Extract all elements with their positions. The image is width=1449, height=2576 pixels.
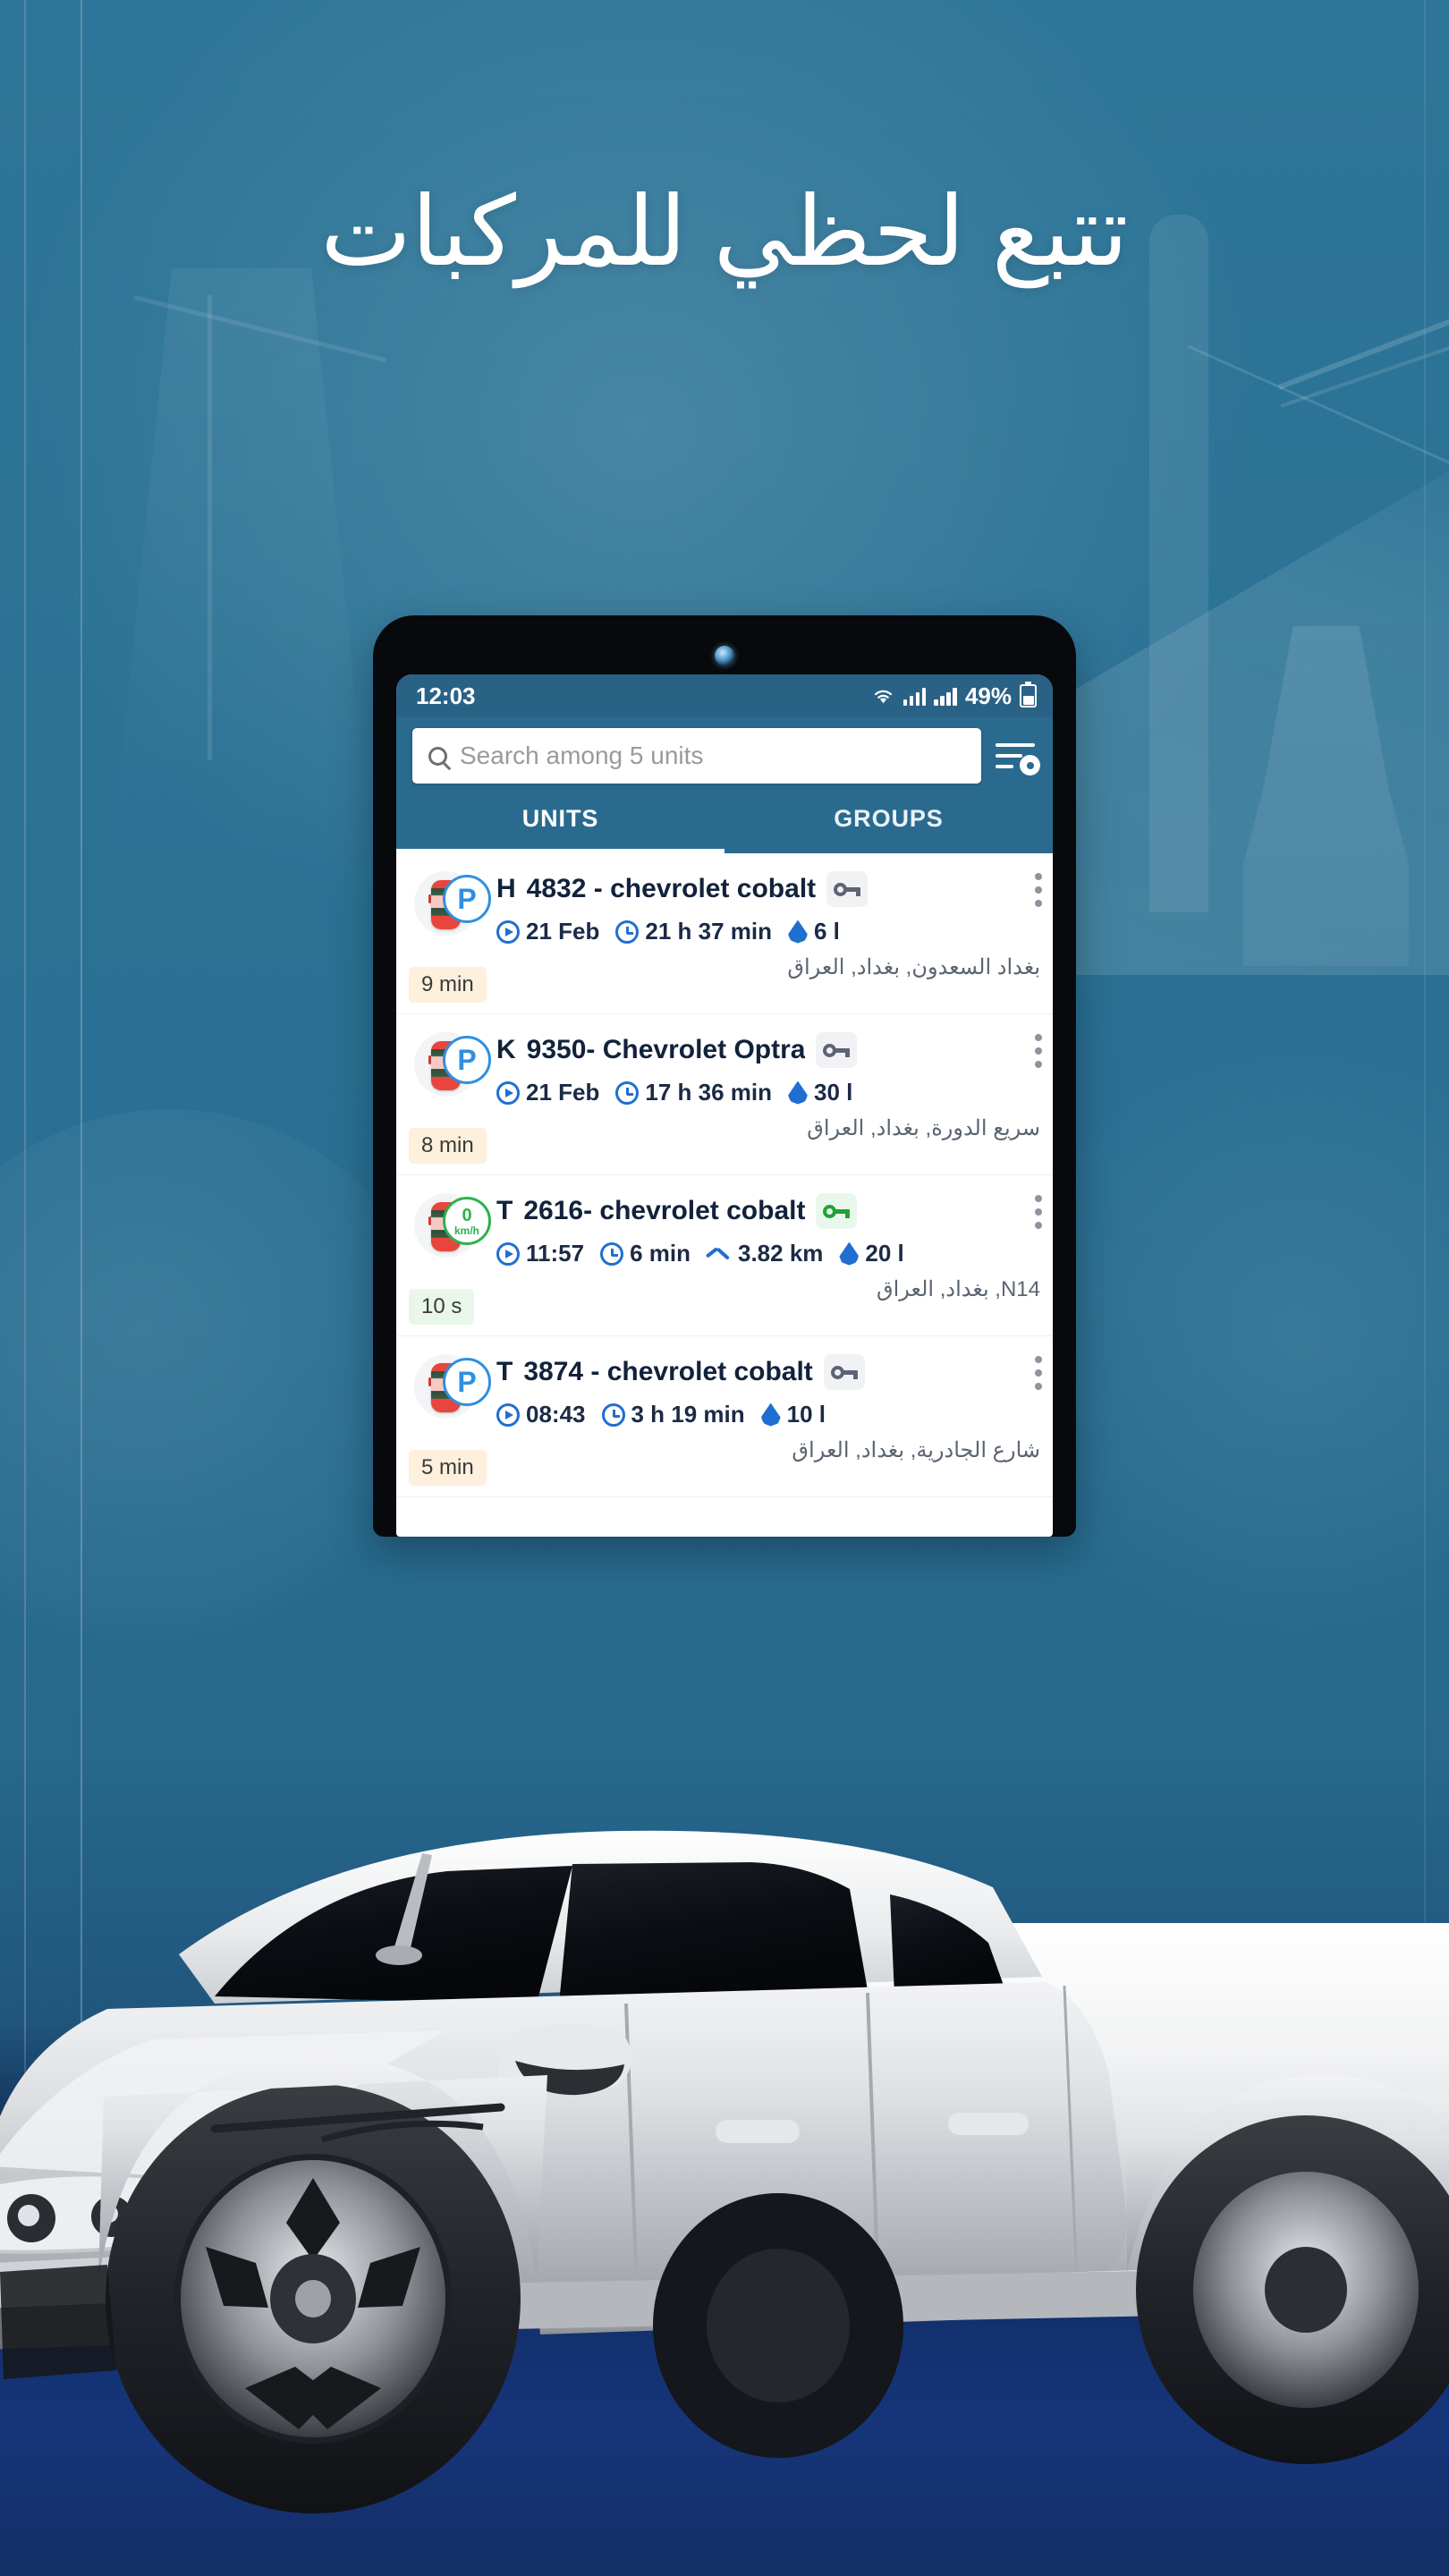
time-badge: 10 s [409,1289,475,1325]
unit-metrics: 21 Feb 21 h 37 min 6 l [496,918,1040,945]
clock-icon [615,919,640,944]
status-badge: P [443,875,491,923]
clock-icon [615,1080,640,1105]
last-update: 21 Feb [496,1079,599,1106]
search-input[interactable]: Search among 5 units [412,728,981,784]
unit-list-item[interactable]: 0 km/h T 2616- chevrolet cobalt 11:57 6 … [396,1175,1053,1336]
unit-name: 2616- chevrolet cobalt [523,1196,806,1225]
unit-prefix: T [496,1196,513,1225]
duration: 6 min [600,1240,691,1267]
phone-mockup: 12:03 49% Search among 5 units UNITS GRO… [373,615,1076,1537]
fuel: 6 l [788,918,840,945]
more-vertical-icon[interactable] [1035,1034,1042,1068]
avatar: 0 km/h [412,1190,491,1263]
status-badge: P [443,1358,491,1406]
unit-name: 9350- Chevrolet Optra [526,1035,806,1064]
duration: 17 h 36 min [615,1079,772,1106]
unit-address: شارع الجادرية, بغداد, العراق [792,1438,1040,1462]
front-camera-icon [715,646,734,665]
unit-metrics: 08:43 3 h 19 min 10 l [496,1401,1040,1428]
phone-screen: 12:03 49% Search among 5 units UNITS GRO… [396,674,1053,1537]
tab-groups[interactable]: GROUPS [724,784,1053,853]
unit-prefix: T [496,1357,513,1386]
speed-unit: km/h [453,1224,479,1237]
status-badge: 0 km/h [443,1197,491,1245]
last-update: 08:43 [496,1401,586,1428]
more-vertical-icon[interactable] [1035,873,1042,907]
tab-bar: UNITS GROUPS [396,784,1053,853]
play-circle-icon [496,919,520,944]
last-update: 11:57 [496,1240,584,1267]
distance: 3.82 km [707,1240,823,1267]
battery-percent-label: 49% [964,682,1012,709]
clock-icon [600,1241,624,1266]
more-vertical-icon[interactable] [1035,1195,1042,1229]
unit-metrics: 11:57 6 min 3.82 km 20 l [496,1240,1040,1267]
more-vertical-icon[interactable] [1035,1356,1042,1390]
unit-address: سريع الدورة, بغداد, العراق [807,1116,1040,1140]
unit-name: 4832 - chevrolet cobalt [526,874,817,903]
fuel-drop-icon [761,1403,781,1427]
unit-list-item[interactable]: P H 4832 - chevrolet cobalt 21 Feb 21 h … [396,853,1053,1014]
play-circle-icon [496,1402,520,1427]
last-update: 21 Feb [496,918,599,945]
tab-units[interactable]: UNITS [396,784,724,853]
unit-list-item[interactable]: P K 9350- Chevrolet Optra 21 Feb 17 h 36… [396,1014,1053,1175]
vehicle-shadow [54,2075,1288,2290]
status-bar-time: 12:03 [416,682,476,709]
unit-prefix: H [496,874,516,903]
status-bar: 12:03 49% [396,674,1053,717]
poster-headline: تتبع لحظي للمركبات [320,177,1129,285]
app-bar-row: Search among 5 units [412,728,1040,784]
fuel: 20 l [839,1240,903,1267]
fuel: 10 l [761,1401,826,1428]
avatar: P [412,868,491,941]
search-placeholder: Search among 5 units [460,741,704,769]
key-icon [823,1354,865,1390]
route-icon [707,1245,732,1263]
app-bar: Search among 5 units [396,717,1053,784]
battery-icon [1020,682,1037,708]
unit-metrics: 21 Feb 17 h 36 min 30 l [496,1079,1040,1106]
background-chimney-icon [1149,215,1208,912]
speed-value: 0 [462,1205,472,1225]
play-circle-icon [496,1080,520,1105]
wifi-icon [874,690,892,704]
unit-list: P H 4832 - chevrolet cobalt 21 Feb 21 h … [396,853,1053,1497]
time-badge: 8 min [409,1128,487,1164]
unit-prefix: K [496,1035,516,1064]
fuel: 30 l [788,1079,852,1106]
key-icon [816,1032,858,1068]
unit-address: بغداد السعدون, بغداد, العراق [787,955,1040,979]
avatar: P [412,1351,491,1424]
gear-icon [1020,755,1040,775]
clock-icon [601,1402,625,1427]
time-badge: 5 min [409,1450,487,1486]
signal-bars-icon-1 [902,687,927,706]
background-crane-mast-left [208,295,212,760]
sort-settings-icon[interactable] [994,733,1040,779]
search-icon [428,746,447,766]
time-badge: 9 min [409,967,487,1003]
unit-list-item[interactable]: P T 3874 - chevrolet cobalt 08:43 3 h 19… [396,1336,1053,1497]
duration: 3 h 19 min [601,1401,745,1428]
key-icon [826,871,869,907]
status-badge: P [443,1036,491,1084]
fuel-drop-icon [788,1081,808,1105]
unit-address: N14, بغداد, العراق [876,1277,1040,1301]
signal-bars-icon-2 [934,687,957,706]
avatar: P [412,1029,491,1102]
status-bar-indicators: 49% [871,682,1037,710]
fuel-drop-icon [788,920,808,944]
duration: 21 h 37 min [615,918,772,945]
fuel-drop-icon [839,1242,859,1266]
unit-name: 3874 - chevrolet cobalt [523,1357,813,1386]
play-circle-icon [496,1241,520,1266]
key-icon [816,1193,858,1229]
